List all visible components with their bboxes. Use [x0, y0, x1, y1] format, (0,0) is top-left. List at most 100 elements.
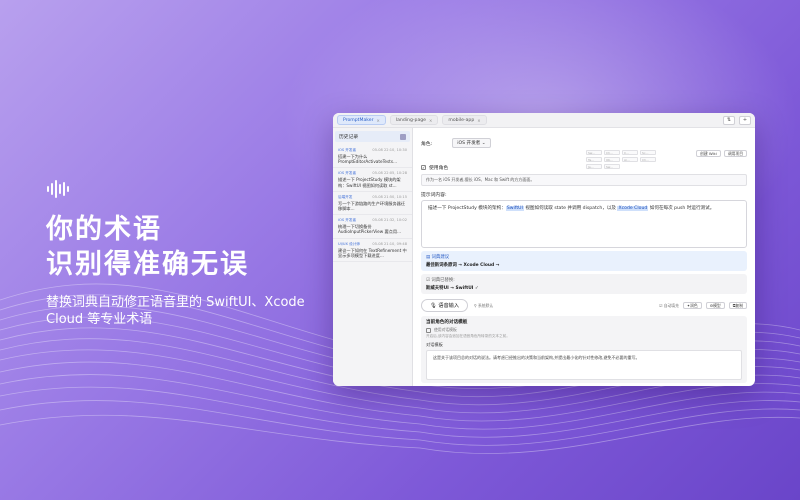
history-date: 05-08 21:50, 10:15: [372, 194, 407, 199]
check-icon: ☑: [426, 278, 430, 283]
history-sidebar: 历史记录 iOS 开发者 05-08 22:10, 10:30 搭建一下为什么 P…: [333, 128, 413, 386]
voice-input-button[interactable]: 🎙 语音输入: [421, 299, 469, 312]
history-item[interactable]: UI/UX 设计师 05-08 21:10, 09:48 建议一下如何在 Text…: [333, 239, 412, 263]
mic-source-label: 系统默认: [478, 302, 494, 308]
auto-fill-toggle[interactable]: ☑ 自动填充: [659, 303, 679, 309]
history-date: 05-08 21:10, 09:48: [372, 241, 407, 246]
close-icon[interactable]: ×: [477, 118, 480, 123]
voice-button-label: 语音输入: [438, 303, 460, 309]
quick-role-option[interactable]: Sw...: [604, 164, 620, 169]
tab-label: mobile-app: [448, 117, 475, 123]
sidebar-title: 历史记录: [339, 135, 359, 140]
mic-source[interactable]: ⚲ 系统默认: [474, 303, 493, 309]
replaced-title: 词典已替换:: [431, 278, 455, 283]
quick-role-option[interactable]: Ob...: [604, 157, 620, 162]
editor-main: 角色: iOS 开发者 ⌄ Sw... Ch... C... Sc... Te.…: [413, 128, 755, 386]
add-tab-icon[interactable]: +: [739, 115, 751, 125]
role-select[interactable]: iOS 开发者 ⌄: [452, 138, 491, 148]
waveform-icon: [47, 180, 69, 198]
model-button[interactable]: ⚙ 模型: [705, 302, 725, 309]
prompt-text: 视图如何读取 state 并调用 dispatch，以及: [523, 206, 618, 211]
panel-title: 当前角色的对话模板: [426, 320, 468, 325]
term-highlight: SwiftUI: [505, 206, 524, 211]
prompt-textarea[interactable]: 描述一下 ProjectStudy 模块的架构：SwiftUI 视图如何读取 s…: [421, 200, 747, 248]
suggestion-value: 最佳新词条原词 → Xcode Cloud →: [426, 263, 500, 268]
quick-role-option[interactable]: Ja...: [586, 164, 602, 169]
prompt-label: 提示词内容:: [421, 193, 447, 198]
close-icon[interactable]: ×: [429, 118, 432, 123]
prompt-text: 如何在每次 push 时运行测试。: [648, 206, 715, 211]
history-item[interactable]: 后端开发 05-08 21:50, 10:15 写一个下游链路的生产环境服务器迁移…: [333, 192, 412, 216]
role-description-field[interactable]: 作为一名 iOS 开发者,擅长 iOS、Mac 和 Swift 的方方面面。: [421, 174, 747, 186]
quick-role-option[interactable]: C...: [622, 150, 638, 155]
auto-fill-label: 自动填充: [663, 302, 679, 308]
headline-line1: 你的术语: [46, 214, 162, 245]
quick-role-option[interactable]: Ai...: [622, 157, 638, 162]
tab-label: landing-page: [395, 117, 426, 123]
create-wiki-button[interactable]: 创建 Wiki: [696, 150, 721, 157]
refine-project-button[interactable]: 调用项目: [723, 150, 747, 157]
book-icon: ▤: [426, 255, 431, 260]
use-role-label: 使用角色: [429, 166, 449, 171]
mic-icon: ⚲: [474, 302, 477, 308]
polish-button[interactable]: ✦ 润色: [682, 302, 702, 309]
term-highlight: Xcode Cloud: [617, 206, 649, 211]
history-item[interactable]: iOS 开发者 05-08 22:05, 10:28 描述一下 ProjectSt…: [333, 168, 412, 192]
headline-line2: 识别得准确无误: [46, 249, 249, 280]
template-panel: 当前角色的对话模板 使用对话模板 开启后,该内容会追加在语音角色所转录的文本之前…: [421, 316, 747, 383]
polish-label: 润色: [690, 302, 698, 308]
history-text: 写一个下游链路的生产环境服务器迁移脚本...: [338, 200, 406, 212]
check-icon: ☑: [659, 302, 663, 308]
dictionary-suggestion[interactable]: ▤ 词典建议 最佳新词条原词 → Xcode Cloud →: [421, 251, 747, 271]
model-label: 模型: [713, 302, 721, 308]
voice-toolbar: 🎙 语音输入 ⚲ 系统默认 ☑ 自动填充 ✦ 润色 ⚙ 模型 ⧉ 复制: [421, 299, 747, 312]
quick-role-option[interactable]: Ch...: [604, 150, 620, 155]
history-text: 梳理一下切换备份 AudioInputPickerView 要点用...: [338, 224, 402, 235]
marketing-subline: 替换词典自动修正语音里的 SwiftUI、Xcode Cloud 等专业术语: [46, 295, 305, 327]
template-textarea[interactable]: 这是关于该项目总的对话的说法。请考虑已经推出的决策和当前架构,并提出最小化的针对…: [426, 350, 742, 380]
tab-mobile-app[interactable]: mobile-app ×: [442, 115, 487, 125]
tab-bar: PromptMaker × landing-page × mobile-app …: [333, 113, 755, 128]
history-tag: UI/UX 设计师: [338, 241, 360, 246]
sidebar-header: 历史记录: [335, 131, 410, 142]
role-label: 角色:: [421, 141, 433, 147]
role-value: iOS 开发者: [457, 141, 481, 146]
history-date: 05-08 22:10, 10:30: [372, 148, 407, 152]
copy-button[interactable]: ⧉ 复制: [728, 302, 747, 309]
marketing-headline: 你的术语 识别得准确无误: [46, 212, 249, 282]
quick-role-option[interactable]: Ch...: [640, 157, 656, 162]
tab-promptmaker[interactable]: PromptMaker ×: [337, 115, 386, 125]
history-text: 描述一下 ProjectStudy 模块的架构：SwiftUI 视图如何读取 s…: [338, 177, 401, 188]
quick-role-grid: Sw... Ch... C... Sc... Te... Ob... Ai...…: [586, 150, 656, 169]
chevron-down-icon: ⌄: [481, 141, 486, 146]
quick-role-option[interactable]: Sc...: [640, 150, 656, 155]
sort-icon[interactable]: ⇅: [723, 115, 735, 125]
tab-landing-page[interactable]: landing-page ×: [389, 115, 439, 125]
panel-description: 开启后,该内容会追加在语音角色所转录的文本之前。: [426, 334, 510, 338]
history-tag: 后端开发: [338, 194, 353, 199]
copy-label: 复制: [735, 302, 743, 308]
history-tag: iOS 开发者: [338, 171, 357, 176]
history-item[interactable]: iOS 开发者 05-08 22:10, 10:30 搭建一下为什么 Prompt…: [333, 145, 412, 169]
filter-icon[interactable]: [400, 133, 406, 140]
history-date: 05-08 21:32, 10:02: [372, 218, 407, 223]
history-tag: iOS 开发者: [338, 148, 357, 152]
quick-role-option[interactable]: Te...: [586, 157, 602, 162]
history-text: 建议一下如何在 TextRefinement 中显示多项模型下载进度...: [338, 247, 407, 258]
history-tag: iOS 开发者: [338, 218, 357, 223]
prompt-text: 描述一下 ProjectStudy 模块的架构：: [428, 206, 506, 211]
use-template-label: 使用对话模板: [434, 327, 457, 332]
tab-label: PromptMaker: [343, 117, 374, 123]
history-item[interactable]: iOS 开发者 05-08 21:32, 10:02 梳理一下切换备份 Audio…: [333, 215, 412, 239]
replaced-value: 斯威夫特UI → SwiftUI ✓: [426, 286, 479, 291]
template-label: 对话模板: [426, 342, 443, 347]
dictionary-replaced: ☑ 词典已替换: 斯威夫特UI → SwiftUI ✓: [421, 274, 747, 294]
use-template-checkbox[interactable]: [426, 327, 431, 333]
close-icon[interactable]: ×: [376, 118, 379, 123]
app-window: PromptMaker × landing-page × mobile-app …: [333, 113, 755, 386]
top-tools: 创建 Wiki 调用项目: [696, 150, 747, 157]
history-text: 搭建一下为什么 PromptEditorActivateTests...: [338, 154, 397, 165]
history-date: 05-08 22:05, 10:28: [372, 171, 407, 176]
use-role-checkbox[interactable]: ✓: [421, 165, 426, 170]
quick-role-option[interactable]: Sw...: [586, 150, 602, 155]
